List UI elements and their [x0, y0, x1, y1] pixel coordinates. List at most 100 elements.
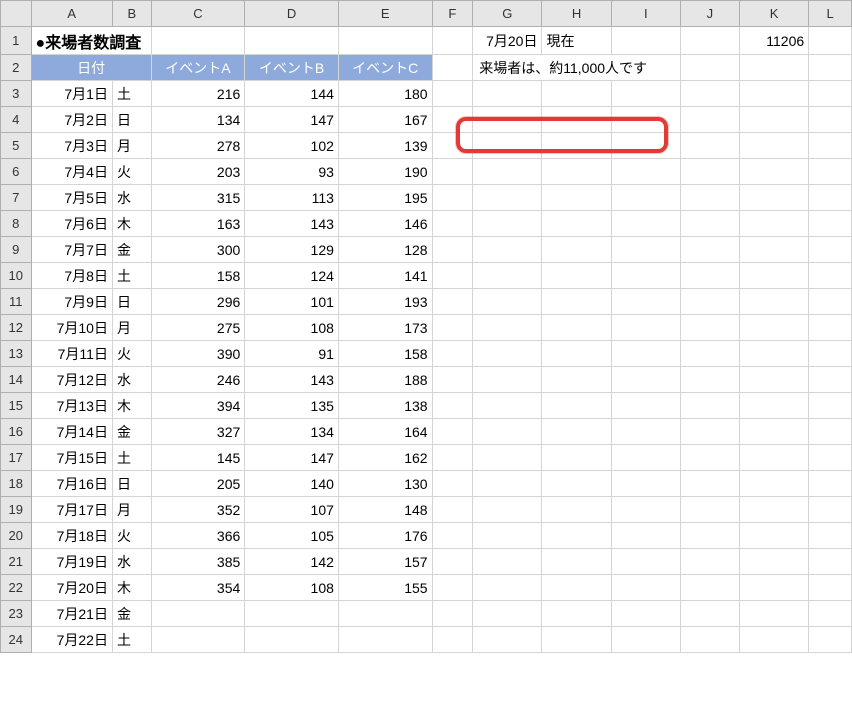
cell-L15[interactable]	[809, 393, 852, 419]
row-10[interactable]: 107月8日土158124141	[1, 263, 852, 289]
cell-E16[interactable]: 164	[338, 419, 432, 445]
cell-E18[interactable]: 130	[338, 471, 432, 497]
cell-B23[interactable]: 金	[112, 601, 151, 627]
cell-H17[interactable]	[542, 445, 611, 471]
header-date[interactable]: 日付	[31, 55, 151, 81]
cell-D20[interactable]: 105	[245, 523, 339, 549]
cell-L24[interactable]	[809, 627, 852, 653]
cell-B21[interactable]: 水	[112, 549, 151, 575]
cell-F9[interactable]	[432, 237, 473, 263]
cell-D9[interactable]: 129	[245, 237, 339, 263]
cell-A22[interactable]: 7月20日	[31, 575, 112, 601]
cell-H11[interactable]	[542, 289, 611, 315]
cell-I6[interactable]	[611, 159, 680, 185]
cell-K5[interactable]	[739, 133, 808, 159]
cell-K14[interactable]	[739, 367, 808, 393]
row-header-18[interactable]: 18	[1, 471, 32, 497]
cell-D16[interactable]: 134	[245, 419, 339, 445]
cell-E15[interactable]: 138	[338, 393, 432, 419]
cell-G5[interactable]	[473, 133, 542, 159]
cell-D22[interactable]: 108	[245, 575, 339, 601]
cell-C3[interactable]: 216	[151, 81, 245, 107]
cell-D12[interactable]: 108	[245, 315, 339, 341]
row-header-16[interactable]: 16	[1, 419, 32, 445]
cell-L18[interactable]	[809, 471, 852, 497]
cell-A23[interactable]: 7月21日	[31, 601, 112, 627]
cell-H23[interactable]	[542, 601, 611, 627]
cell-I4[interactable]	[611, 107, 680, 133]
cell-G4[interactable]	[473, 107, 542, 133]
cell-K6[interactable]	[739, 159, 808, 185]
spreadsheet-grid[interactable]: A B C D E F G H I J K L 1●来場者数調査7月20日現在1…	[0, 0, 852, 705]
cell-A9[interactable]: 7月7日	[31, 237, 112, 263]
col-header-I[interactable]: I	[611, 1, 680, 27]
cell-A21[interactable]: 7月19日	[31, 549, 112, 575]
cell-E6[interactable]: 190	[338, 159, 432, 185]
cell-G24[interactable]	[473, 627, 542, 653]
cell-C13[interactable]: 390	[151, 341, 245, 367]
cell-L19[interactable]	[809, 497, 852, 523]
cell-J4[interactable]	[680, 107, 739, 133]
cell-B13[interactable]: 火	[112, 341, 151, 367]
cell-H18[interactable]	[542, 471, 611, 497]
cell-A12[interactable]: 7月10日	[31, 315, 112, 341]
cell-B10[interactable]: 土	[112, 263, 151, 289]
row-header-17[interactable]: 17	[1, 445, 32, 471]
cell-G14[interactable]	[473, 367, 542, 393]
cell-I8[interactable]	[611, 211, 680, 237]
cell-G15[interactable]	[473, 393, 542, 419]
col-header-C[interactable]: C	[151, 1, 245, 27]
row-header-3[interactable]: 3	[1, 81, 32, 107]
cell-D18[interactable]: 140	[245, 471, 339, 497]
row-4[interactable]: 47月2日日134147167	[1, 107, 852, 133]
cell-L7[interactable]	[809, 185, 852, 211]
row-header-19[interactable]: 19	[1, 497, 32, 523]
cell-I13[interactable]	[611, 341, 680, 367]
row-5[interactable]: 57月3日月278102139	[1, 133, 852, 159]
row-6[interactable]: 67月4日火20393190	[1, 159, 852, 185]
cell-A5[interactable]: 7月3日	[31, 133, 112, 159]
cell-H16[interactable]	[542, 419, 611, 445]
cell-D24[interactable]	[245, 627, 339, 653]
cell-F10[interactable]	[432, 263, 473, 289]
cell-I1[interactable]	[611, 27, 680, 55]
cell-E7[interactable]: 195	[338, 185, 432, 211]
cell-A15[interactable]: 7月13日	[31, 393, 112, 419]
cell-C17[interactable]: 145	[151, 445, 245, 471]
cell-G21[interactable]	[473, 549, 542, 575]
cell-B16[interactable]: 金	[112, 419, 151, 445]
cell-L3[interactable]	[809, 81, 852, 107]
cell-L21[interactable]	[809, 549, 852, 575]
cell-L12[interactable]	[809, 315, 852, 341]
cell-J10[interactable]	[680, 263, 739, 289]
column-header-row[interactable]: A B C D E F G H I J K L	[1, 1, 852, 27]
cell-C19[interactable]: 352	[151, 497, 245, 523]
cell-A17[interactable]: 7月15日	[31, 445, 112, 471]
cell-D4[interactable]: 147	[245, 107, 339, 133]
cell-K23[interactable]	[739, 601, 808, 627]
cell-I14[interactable]	[611, 367, 680, 393]
cell-L11[interactable]	[809, 289, 852, 315]
cell-F17[interactable]	[432, 445, 473, 471]
cell-F3[interactable]	[432, 81, 473, 107]
cell-K15[interactable]	[739, 393, 808, 419]
cell-A16[interactable]: 7月14日	[31, 419, 112, 445]
col-header-E[interactable]: E	[338, 1, 432, 27]
row-2[interactable]: 2日付イベントAイベントBイベントC来場者は、約11,000人です	[1, 55, 852, 81]
cell-G16[interactable]	[473, 419, 542, 445]
cell-A4[interactable]: 7月2日	[31, 107, 112, 133]
cell-D6[interactable]: 93	[245, 159, 339, 185]
cell-E5[interactable]: 139	[338, 133, 432, 159]
cell-B24[interactable]: 土	[112, 627, 151, 653]
cell-J9[interactable]	[680, 237, 739, 263]
row-header-23[interactable]: 23	[1, 601, 32, 627]
cell-C5[interactable]: 278	[151, 133, 245, 159]
cell-L10[interactable]	[809, 263, 852, 289]
cell-F24[interactable]	[432, 627, 473, 653]
cell-C23[interactable]	[151, 601, 245, 627]
cell-H22[interactable]	[542, 575, 611, 601]
row-header-7[interactable]: 7	[1, 185, 32, 211]
cell-A3[interactable]: 7月1日	[31, 81, 112, 107]
cell-A24[interactable]: 7月22日	[31, 627, 112, 653]
row-header-4[interactable]: 4	[1, 107, 32, 133]
